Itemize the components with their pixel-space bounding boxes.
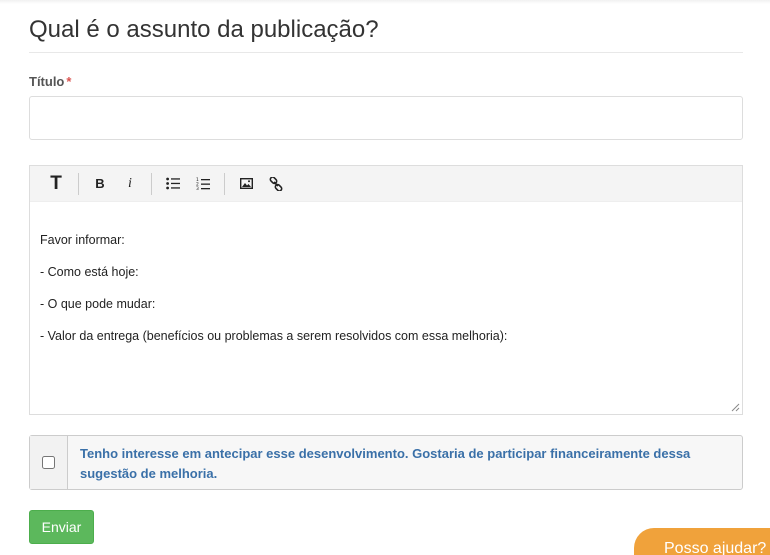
editor-line: Favor informar: bbox=[40, 233, 125, 247]
interest-checkbox[interactable] bbox=[42, 456, 55, 469]
rich-text-editor: T B i 1 2 3 Favor informar: - Como está … bbox=[29, 165, 743, 415]
image-icon bbox=[239, 178, 253, 189]
italic-icon: i bbox=[128, 175, 132, 191]
numbered-list-button[interactable]: 1 2 3 bbox=[188, 171, 218, 197]
title-label-text: Título bbox=[29, 74, 65, 89]
editor-content[interactable]: Favor informar: - Como está hoje: - O qu… bbox=[30, 202, 742, 344]
heading-icon: T bbox=[50, 172, 62, 194]
bold-icon: B bbox=[95, 176, 105, 191]
title-input[interactable] bbox=[29, 96, 743, 140]
editor-toolbar: T B i 1 2 3 bbox=[30, 166, 742, 202]
toolbar-divider bbox=[78, 172, 79, 195]
help-chat-button[interactable]: Posso ajudar? bbox=[634, 528, 770, 555]
editor-line: - O que pode mudar: bbox=[40, 297, 156, 311]
help-chat-label: Posso ajudar? bbox=[664, 540, 767, 555]
resize-handle-icon[interactable] bbox=[731, 403, 740, 412]
heading-button[interactable]: T bbox=[40, 171, 72, 197]
title-divider bbox=[29, 52, 743, 53]
page-title: Qual é o assunto da publicação? bbox=[29, 16, 379, 43]
bullet-list-button[interactable] bbox=[158, 171, 188, 197]
required-mark: * bbox=[66, 74, 72, 89]
bold-button[interactable]: B bbox=[85, 171, 115, 197]
interest-checkbox-label[interactable]: Tenho interesse em antecipar esse desenv… bbox=[68, 436, 742, 489]
toolbar-divider bbox=[151, 172, 152, 195]
editor-line: - Como está hoje: bbox=[40, 265, 139, 279]
svg-text:3: 3 bbox=[196, 186, 199, 191]
interest-option: Tenho interesse em antecipar esse desenv… bbox=[29, 435, 743, 490]
insert-link-button[interactable] bbox=[261, 171, 291, 197]
numbered-list-icon: 1 2 3 bbox=[196, 177, 210, 191]
italic-button[interactable]: i bbox=[115, 171, 145, 197]
page: Qual é o assunto da publicação? Título * … bbox=[0, 0, 770, 555]
bullet-list-icon bbox=[166, 177, 180, 190]
top-shadow bbox=[0, 0, 770, 4]
insert-image-button[interactable] bbox=[231, 171, 261, 197]
link-icon bbox=[269, 176, 283, 191]
submit-button[interactable]: Enviar bbox=[29, 510, 94, 544]
toolbar-divider bbox=[224, 172, 225, 195]
editor-line: - Valor da entrega (benefícios ou proble… bbox=[40, 329, 508, 343]
interest-checkbox-cell bbox=[30, 436, 68, 489]
title-label: Título * bbox=[29, 74, 71, 89]
